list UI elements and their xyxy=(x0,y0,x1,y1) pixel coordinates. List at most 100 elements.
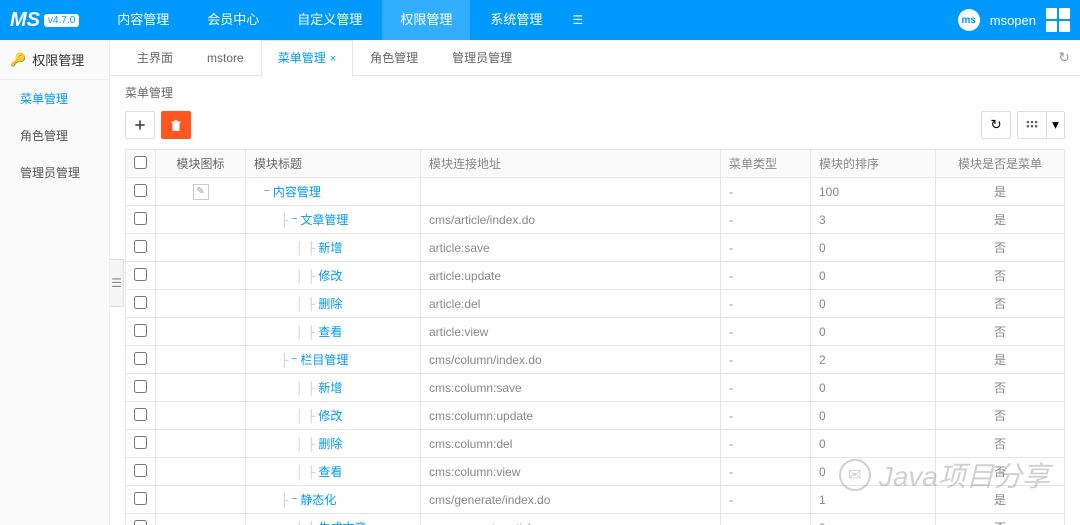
cell-sort: 100 xyxy=(811,178,936,206)
cell-type: - xyxy=(721,374,811,402)
row-checkbox[interactable] xyxy=(134,436,147,449)
sidebar-item[interactable]: 菜单管理 xyxy=(0,80,109,117)
content-tabs: 主界面mstore菜单管理×角色管理管理员管理 ↻ xyxy=(110,40,1080,76)
select-all-checkbox[interactable] xyxy=(134,156,147,169)
tree-title[interactable]: −内容管理 xyxy=(254,183,412,200)
cell-is-menu: 否 xyxy=(936,234,1065,262)
content-tab[interactable]: 管理员管理 xyxy=(435,40,529,75)
version-badge: v4.7.0 xyxy=(44,14,79,27)
row-checkbox[interactable] xyxy=(134,464,147,477)
cell-url: article:save xyxy=(421,234,721,262)
tree-title[interactable]: │ ├新增 xyxy=(254,239,412,256)
table-row: │ ├查看 article:view-0否 xyxy=(126,318,1065,346)
cell-type: - xyxy=(721,402,811,430)
logo[interactable]: MS v4.7.0 xyxy=(10,9,79,32)
cell-sort: 0 xyxy=(811,374,936,402)
row-checkbox[interactable] xyxy=(134,352,147,365)
table-row: ├−文章管理cms/article/index.do-3是 xyxy=(126,206,1065,234)
close-icon[interactable]: × xyxy=(330,53,336,65)
cell-is-menu: 否 xyxy=(936,318,1065,346)
table-header-row: 模块图标 模块标题 模块连接地址 菜单类型 模块的排序 模块是否是菜单 xyxy=(126,150,1065,178)
col-title-header[interactable]: 模块标题 xyxy=(246,150,421,178)
apps-grid-icon[interactable] xyxy=(1046,8,1070,32)
refresh-table-button[interactable]: ↻ xyxy=(981,111,1011,139)
cell-url: cms/article/index.do xyxy=(421,206,721,234)
tree-title[interactable]: │ ├修改 xyxy=(254,407,412,424)
row-checkbox[interactable] xyxy=(134,520,147,525)
nav-item[interactable]: 自定义管理 xyxy=(279,0,380,40)
cell-url: article:view xyxy=(421,318,721,346)
cell-type: - xyxy=(721,514,811,525)
cell-is-menu: 否 xyxy=(936,514,1065,525)
content-tab[interactable]: 角色管理 xyxy=(353,40,435,75)
col-icon-header[interactable]: 模块图标 xyxy=(156,150,246,178)
tree-title[interactable]: │ ├删除 xyxy=(254,295,412,312)
tree-title[interactable]: │ ├生成文章 xyxy=(254,519,412,525)
row-checkbox[interactable] xyxy=(134,240,147,253)
nav-item[interactable]: 权限管理 xyxy=(382,0,470,40)
nav-items: 内容管理会员中心自定义管理权限管理系统管理 xyxy=(99,0,560,40)
cell-sort: 0 xyxy=(811,290,936,318)
content-tab[interactable]: 菜单管理× xyxy=(261,40,353,77)
row-checkbox[interactable] xyxy=(134,212,147,225)
row-checkbox[interactable] xyxy=(134,184,147,197)
tree-title[interactable]: │ ├查看 xyxy=(254,463,412,480)
cell-is-menu: 是 xyxy=(936,178,1065,206)
sidebar-title: 权限管理 xyxy=(32,50,84,69)
hamburger-icon[interactable]: ☰ xyxy=(560,0,595,40)
tree-title[interactable]: ├−栏目管理 xyxy=(254,351,412,368)
col-url-header[interactable]: 模块连接地址 xyxy=(421,150,721,178)
tree-title[interactable]: ├−文章管理 xyxy=(254,211,412,228)
cell-sort: 0 xyxy=(811,514,936,525)
nav-item[interactable]: 系统管理 xyxy=(472,0,560,40)
row-checkbox[interactable] xyxy=(134,492,147,505)
tree-title[interactable]: ├−静态化 xyxy=(254,491,412,508)
cell-sort: 3 xyxy=(811,206,936,234)
columns-button[interactable] xyxy=(1017,111,1047,139)
table-row: │ ├新增article:save-0否 xyxy=(126,234,1065,262)
table-row: ✎−内容管理-100是 xyxy=(126,178,1065,206)
row-checkbox[interactable] xyxy=(134,296,147,309)
nav-item[interactable]: 会员中心 xyxy=(189,0,277,40)
col-sort-header[interactable]: 模块的排序 xyxy=(811,150,936,178)
avatar[interactable]: ms xyxy=(958,9,980,31)
cell-sort: 0 xyxy=(811,318,936,346)
user-name[interactable]: msopen xyxy=(990,13,1036,28)
row-checkbox[interactable] xyxy=(134,324,147,337)
cell-is-menu: 否 xyxy=(936,262,1065,290)
table-row: │ ├修改article:update-0否 xyxy=(126,262,1065,290)
content-tab[interactable]: mstore xyxy=(190,40,261,75)
tree-title[interactable]: │ ├新增 xyxy=(254,379,412,396)
sidebar-collapse-button[interactable]: ☰ xyxy=(110,259,124,307)
cell-url: article:update xyxy=(421,262,721,290)
cell-type: - xyxy=(721,430,811,458)
row-checkbox[interactable] xyxy=(134,268,147,281)
cell-sort: 0 xyxy=(811,402,936,430)
col-menu-header[interactable]: 模块是否是菜单 xyxy=(936,150,1065,178)
sidebar: 🔑 权限管理 菜单管理角色管理管理员管理 xyxy=(0,40,110,525)
delete-button[interactable] xyxy=(161,111,191,139)
breadcrumb: 菜单管理 xyxy=(110,76,1080,105)
refresh-icon[interactable]: ↻ xyxy=(1058,49,1070,66)
row-checkbox[interactable] xyxy=(134,408,147,421)
cell-url: cms:column:save xyxy=(421,374,721,402)
tree-title[interactable]: │ ├修改 xyxy=(254,267,412,284)
cell-type: - xyxy=(721,458,811,486)
main-content: ☰ 主界面mstore菜单管理×角色管理管理员管理 ↻ 菜单管理 ↻ ▾ xyxy=(110,40,1080,525)
sidebar-item[interactable]: 管理员管理 xyxy=(0,154,109,191)
add-button[interactable] xyxy=(125,111,155,139)
nav-item[interactable]: 内容管理 xyxy=(99,0,187,40)
cell-is-menu: 是 xyxy=(936,486,1065,514)
col-type-header[interactable]: 菜单类型 xyxy=(721,150,811,178)
cell-sort: 2 xyxy=(811,346,936,374)
sidebar-item[interactable]: 角色管理 xyxy=(0,117,109,154)
table-row: ├−栏目管理cms/column/index.do-2是 xyxy=(126,346,1065,374)
content-tab[interactable]: 主界面 xyxy=(120,40,190,75)
tree-title[interactable]: │ ├删除 xyxy=(254,435,412,452)
cell-type: - xyxy=(721,486,811,514)
row-checkbox[interactable] xyxy=(134,380,147,393)
cell-type: - xyxy=(721,318,811,346)
cell-sort: 0 xyxy=(811,262,936,290)
columns-dropdown-button[interactable]: ▾ xyxy=(1047,111,1065,139)
tree-title[interactable]: │ ├查看 xyxy=(254,323,412,340)
